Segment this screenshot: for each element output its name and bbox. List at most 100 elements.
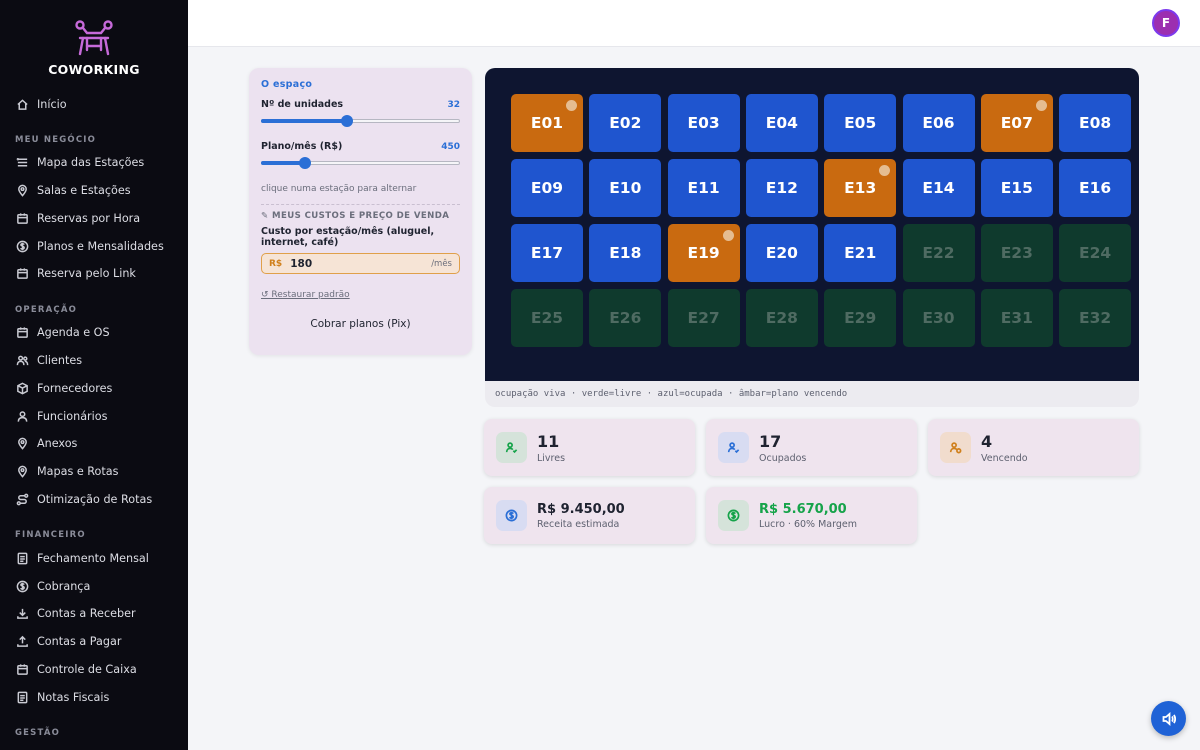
charge-plans-button[interactable]: Cobrar planos (Pix) <box>261 318 460 330</box>
station-e24[interactable]: E24 <box>1059 224 1132 282</box>
sidebar-item-contas-receber[interactable]: Contas a Receber <box>0 600 188 628</box>
sidebar-item-fornecedores[interactable]: Fornecedores <box>0 374 188 402</box>
dollar-circle-icon <box>718 500 749 531</box>
cost-value[interactable]: 180 <box>290 258 431 270</box>
cost-input[interactable]: R$ 180 /mês <box>261 253 460 274</box>
station-e03[interactable]: E03 <box>667 94 740 152</box>
brand[interactable]: COWORKING <box>0 0 188 88</box>
station-e06[interactable]: E06 <box>902 94 975 152</box>
station-label: E25 <box>530 309 564 327</box>
station-label: E18 <box>609 244 642 262</box>
box-icon <box>15 381 29 395</box>
sidebar-item-controle-caixa[interactable]: Controle de Caixa <box>0 656 188 684</box>
station-e20[interactable]: E20 <box>745 224 818 282</box>
expiring-indicator-dot <box>566 100 577 111</box>
sidebar-item-otimizacao-rotas[interactable]: Otimização de Rotas <box>0 486 188 514</box>
station-e08[interactable]: E08 <box>1059 94 1132 152</box>
upload-icon <box>15 635 29 649</box>
user-clock-icon <box>940 432 971 463</box>
avatar[interactable]: F <box>1152 9 1180 37</box>
calendar-icon <box>15 326 29 340</box>
station-e27[interactable]: E27 <box>667 289 740 347</box>
station-label: E06 <box>922 114 955 132</box>
station-e02[interactable]: E02 <box>589 94 662 152</box>
sidebar-item-label: Fechamento Mensal <box>37 551 149 565</box>
sidebar-item-label: Planos e Mensalidades <box>37 239 164 253</box>
map-pin-icon <box>15 183 29 197</box>
station-e04[interactable]: E04 <box>745 94 818 152</box>
sidebar-item-label: Funcionários <box>37 409 108 423</box>
sidebar-item-fechamento[interactable]: Fechamento Mensal <box>0 544 188 572</box>
grid-icon <box>15 156 29 170</box>
station-e17[interactable]: E17 <box>511 224 583 282</box>
station-e16[interactable]: E16 <box>1059 159 1132 217</box>
station-label: E08 <box>1079 114 1112 132</box>
sidebar-item-label: Anexos <box>37 437 78 451</box>
sound-toggle-button[interactable] <box>1151 701 1186 736</box>
slider-thumb[interactable] <box>340 115 353 127</box>
sidebar-item-reservas-hora[interactable]: Reservas por Hora <box>0 204 188 232</box>
sidebar-item-clientes[interactable]: Clientes <box>0 347 188 375</box>
plan-label: Plano/mês (R$) <box>261 141 343 152</box>
station-e13[interactable]: E13 <box>824 159 897 217</box>
sidebar-item-cobranca[interactable]: Cobrança <box>0 572 188 600</box>
stat-value: R$ 5.670,00 <box>759 501 847 517</box>
sidebar-item-agenda[interactable]: Agenda e OS <box>0 319 188 347</box>
station-label: E15 <box>1000 179 1033 197</box>
station-e26[interactable]: E26 <box>589 289 662 347</box>
station-label: E21 <box>844 244 877 262</box>
user-icon <box>15 409 29 423</box>
home-icon <box>15 98 29 112</box>
desk-logo-icon <box>75 20 113 56</box>
units-slider[interactable] <box>261 114 460 128</box>
station-e01[interactable]: E01 <box>511 94 583 152</box>
station-e12[interactable]: E12 <box>745 159 818 217</box>
sidebar-item-planos[interactable]: Planos e Mensalidades <box>0 232 188 260</box>
station-e11[interactable]: E11 <box>667 159 740 217</box>
station-e23[interactable]: E23 <box>980 224 1053 282</box>
station-e32[interactable]: E32 <box>1059 289 1132 347</box>
sidebar-item-notas-fiscais[interactable]: Notas Fiscais <box>0 683 188 711</box>
station-label: E12 <box>765 179 798 197</box>
sidebar-item-salas-estacoes[interactable]: Salas e Estações <box>0 177 188 205</box>
station-e31[interactable]: E31 <box>980 289 1053 347</box>
station-e25[interactable]: E25 <box>511 289 583 347</box>
restore-defaults-link[interactable]: ↺ Restaurar padrão <box>261 290 460 300</box>
slider-thumb[interactable] <box>298 157 311 169</box>
sidebar-item-inicio[interactable]: Início <box>0 91 188 119</box>
sidebar-item-label: Notas Fiscais <box>37 690 110 704</box>
station-e29[interactable]: E29 <box>824 289 897 347</box>
station-e30[interactable]: E30 <box>902 289 975 347</box>
dollar-circle-icon <box>15 239 29 253</box>
stat-value: 11 <box>537 431 560 451</box>
station-label: E28 <box>765 309 798 327</box>
sidebar-item-label: Agenda e OS <box>37 326 110 340</box>
sidebar-item-funcionarios[interactable]: Funcionários <box>0 402 188 430</box>
station-e28[interactable]: E28 <box>745 289 818 347</box>
station-e18[interactable]: E18 <box>589 224 662 282</box>
stat-card-expiring: 4 Vencendo <box>928 419 1139 476</box>
station-label: E30 <box>922 309 955 327</box>
plan-slider[interactable] <box>261 156 460 170</box>
stat-label: Ocupados <box>759 452 807 464</box>
station-e19[interactable]: E19 <box>667 224 740 282</box>
sidebar-item-reserva-link[interactable]: Reserva pelo Link <box>0 260 188 288</box>
sidebar-item-label: Reserva pelo Link <box>37 267 136 281</box>
station-e05[interactable]: E05 <box>824 94 897 152</box>
costs-title: ✎ MEUS CUSTOS E PREÇO DE VENDA <box>261 211 450 221</box>
station-e22[interactable]: E22 <box>902 224 975 282</box>
sidebar-item-anexos[interactable]: Anexos <box>0 430 188 458</box>
sidebar-item-mapas-rotas[interactable]: Mapas e Rotas <box>0 458 188 486</box>
station-e09[interactable]: E09 <box>511 159 583 217</box>
station-e14[interactable]: E14 <box>902 159 975 217</box>
station-label: E23 <box>1000 244 1033 262</box>
section-meu-negocio: MEU NEGÓCIO <box>15 134 97 145</box>
sidebar-item-mapa-estacoes[interactable]: Mapa das Estações <box>0 149 188 177</box>
station-label: E03 <box>687 114 720 132</box>
station-e15[interactable]: E15 <box>980 159 1053 217</box>
station-label: E05 <box>844 114 877 132</box>
sidebar-item-contas-pagar[interactable]: Contas a Pagar <box>0 628 188 656</box>
station-e10[interactable]: E10 <box>589 159 662 217</box>
station-e21[interactable]: E21 <box>824 224 897 282</box>
station-e07[interactable]: E07 <box>980 94 1053 152</box>
